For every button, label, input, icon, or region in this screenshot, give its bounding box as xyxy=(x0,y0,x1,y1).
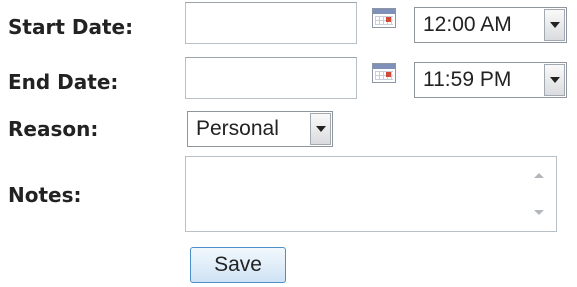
end-time-select[interactable]: 11:59 PM xyxy=(414,62,567,98)
scroll-down-icon[interactable] xyxy=(534,210,544,215)
calendar-icon[interactable] xyxy=(372,8,396,28)
reason-select[interactable]: Personal xyxy=(187,111,333,147)
start-time-select[interactable]: 12:00 AM xyxy=(414,7,567,43)
calendar-icon[interactable] xyxy=(372,63,396,83)
start-date-label: Start Date: xyxy=(8,15,134,39)
save-button[interactable]: Save xyxy=(190,247,286,283)
scroll-up-icon[interactable] xyxy=(534,173,544,178)
reason-value: Personal xyxy=(196,117,279,140)
chevron-down-icon[interactable] xyxy=(544,64,565,96)
start-time-value: 12:00 AM xyxy=(423,13,512,36)
end-time-value: 11:59 PM xyxy=(423,68,512,91)
end-date-input[interactable] xyxy=(185,57,357,99)
end-date-label: End Date: xyxy=(8,70,119,94)
notes-label: Notes: xyxy=(8,183,82,207)
chevron-down-icon[interactable] xyxy=(310,113,331,145)
notes-textarea[interactable] xyxy=(185,156,557,232)
chevron-down-icon[interactable] xyxy=(544,9,565,41)
reason-label: Reason: xyxy=(8,117,99,141)
start-date-input[interactable] xyxy=(185,2,357,44)
